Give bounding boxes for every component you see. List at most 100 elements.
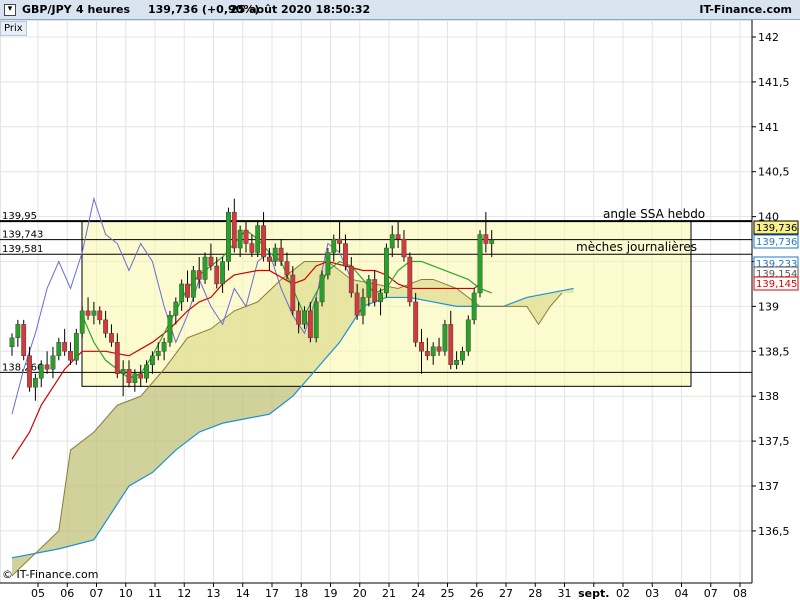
price-tick-label: 139 [758,300,779,313]
time-tick-label: sept. [578,587,609,600]
time-tick-label: 25 [441,587,455,600]
candle-body [343,243,348,267]
datetime-label: 25 août 2020 18:50:32 [230,3,371,16]
price-tick-label: 137 [758,480,779,493]
candle-body [454,360,459,365]
level-label: 139,743 [2,230,43,241]
candle-body [424,351,430,356]
candle-body [44,364,50,370]
level-annotation: angle SSA hebdo [603,207,705,221]
price-tick-label: 138,5 [758,345,790,358]
candle-body [73,333,79,361]
candle-body [9,337,15,348]
time-tick-label: 05 [31,587,45,600]
price-tick-label: 142 [758,31,779,44]
candle-body [50,355,56,370]
candle-body [278,247,284,262]
candle-body [91,310,97,316]
price-badge-label: 139,736 [756,223,797,234]
candle-body [85,310,91,316]
candle-body [214,265,220,285]
time-tick-label: 03 [645,587,659,600]
candle-body [448,324,454,365]
candle-body [419,342,424,352]
candle-body [354,292,360,316]
candle-body [325,252,331,276]
candle-body [302,310,307,325]
price-tick-label: 140,5 [758,166,790,179]
candle-body [114,342,120,374]
candle-body [401,238,407,258]
time-tick-label: 27 [499,587,513,600]
site-label: IT-Finance.com [699,3,792,16]
candle-body [366,279,372,298]
candle-body [103,319,109,334]
candle-body [465,319,471,352]
candle-body [477,234,483,294]
time-tick-label: 21 [382,587,396,600]
time-tick-label: 31 [558,587,572,600]
candle-body [249,243,255,253]
candle-body [243,229,249,244]
level-label: 139,95 [2,211,37,222]
time-tick-label: 08 [733,587,747,600]
candle-body [97,310,103,321]
candle-body [21,324,27,356]
candle-body [79,310,85,334]
candle-body [68,351,73,361]
time-tick-label: 07 [90,587,104,600]
collapse-icon[interactable]: ▾ [4,4,16,16]
time-tick-label: 12 [177,587,191,600]
candle-body [319,274,325,303]
candle-body [255,225,261,253]
copyright-text: © IT-Finance.com [2,568,99,581]
candle-body [109,333,114,343]
candle-body [33,378,38,388]
candle-body [261,225,266,258]
time-tick-label: 28 [528,587,542,600]
time-tick-label: 06 [60,587,74,600]
price-tick-label: 136,5 [758,525,790,538]
price-tick-label: 138 [758,390,779,403]
candle-body [27,355,32,388]
candle-body [196,270,202,280]
time-tick-label: 17 [265,587,279,600]
candle-body [120,369,126,374]
candle-body [149,355,155,365]
time-tick-label: 10 [119,587,133,600]
candle-body [62,342,68,352]
candle-body [489,239,495,244]
chart-header: ▾ GBP/JPY 4 heures 139,736 (+0,90%) 25 a… [0,0,800,20]
candle-body [413,301,419,343]
candle-body [407,256,413,303]
price-badge-label: 139,145 [756,279,797,290]
timeframe-label: 4 heures [76,3,131,16]
time-tick-label: 24 [411,587,425,600]
candle-body [389,234,395,249]
candle-body [56,342,62,356]
time-tick-label: 04 [675,587,689,600]
candle-body [436,346,442,352]
candle-body [442,324,448,352]
candle-body [190,270,196,298]
candle-body [155,351,161,356]
candle-body [185,283,190,298]
candle-body [284,261,290,276]
candle-body [144,364,149,379]
candle-body [430,346,436,356]
candle-body [132,373,138,383]
candle-body [360,297,366,316]
candle-body [272,247,278,262]
candle-body [208,256,214,267]
candle-body [167,315,173,343]
candle-body [378,292,383,303]
price-tick-label: 141 [758,121,779,134]
price-chart[interactable]: 139,95 angle SSA hebdo 139,743 139,581 mèche… [0,0,800,600]
price-tick-label: 137,5 [758,435,790,448]
time-tick-label: 19 [324,587,338,600]
candle-body [348,265,354,294]
time-tick-label: 18 [294,587,308,600]
time-tick-label: 20 [353,587,367,600]
candle-body [471,292,477,321]
time-tick-label: 02 [616,587,630,600]
